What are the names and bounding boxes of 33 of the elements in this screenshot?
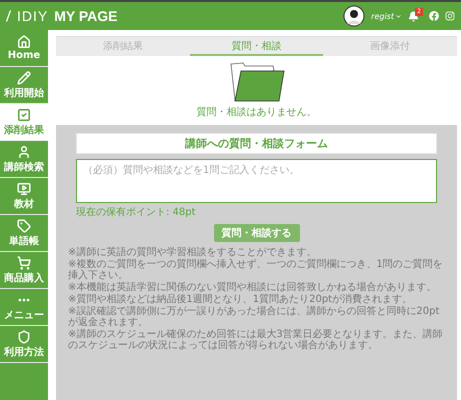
bell-icon[interactable] [408,10,419,22]
monitor-icon [17,182,31,196]
page-title: MY PAGE [54,8,119,24]
question-field[interactable]: （必須）質問や相談などを1問ご記入ください。 [76,159,437,203]
submit-button[interactable]: 質問・相談する [214,224,300,242]
caret-icon [395,12,402,20]
avatar-icon[interactable] [343,5,366,27]
empty-message: 質問・相談はありません。 [196,106,316,119]
note-text: ※誤訳確認で講師側に万が一誤りがあった場合には、講師からの回答と同時に20ptが返金されます。 [68,306,440,328]
logo: IDIY [17,8,48,24]
home-icon [17,35,31,49]
points-text: 現在の保有ポイント: 48pt [76,206,197,219]
folder-icon [228,62,284,102]
note-text: ※複数のご質問を一つの質問欄へ挿入せず、一つのご質問欄につき、1問のご質問を挿入下さい。 [68,259,444,281]
note-text: ※質問や相談などは納品後1週間となり、1質問あたり20ptが消費されます。 [68,294,414,305]
user-menu[interactable]: regist [371,12,402,20]
cart-icon [17,256,31,270]
logo-icon [6,10,11,22]
tab[interactable]: 質問・相談 [190,37,324,56]
note-text: ※講師のスケジュール確保のため回答には最大3営業日必要となります。また、講師のスケジュールの状況によっては回答が得られない場合があります。 [68,329,444,351]
tab[interactable]: 添削結果 [56,37,190,56]
tab[interactable]: 画像添付 [323,37,458,56]
checkbox-icon [17,108,31,122]
pencil-icon [17,70,31,84]
instagram-icon[interactable] [445,11,455,21]
person-icon [17,144,31,158]
sidebar-item[interactable]: 添削結果 [0,104,48,141]
tag-icon [17,218,31,232]
facebook-icon[interactable] [429,11,439,21]
note-text: ※本機能は英語学習に関係のない質問や相談には回答致しかねる場合があります。 [68,282,438,293]
shield-icon [17,330,31,344]
form-title: 講師への質問・相談フォーム [76,133,437,154]
note-text: ※講師に英語の質問や学習相談をすることができます。 [68,247,318,258]
